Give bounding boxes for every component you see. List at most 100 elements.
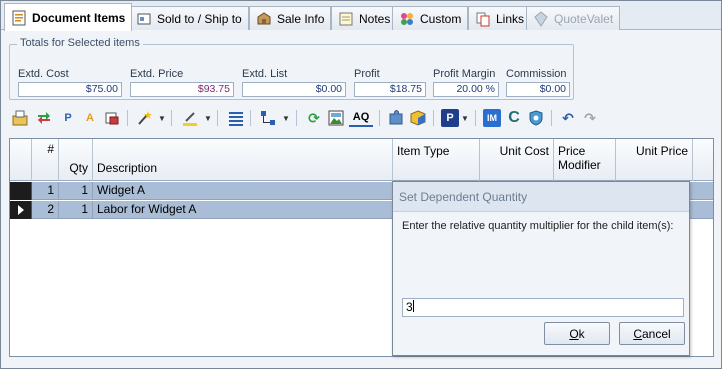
tab-custom[interactable]: Custom <box>392 6 469 30</box>
row-description[interactable]: Labor for Widget A <box>93 201 393 219</box>
row-indicator[interactable] <box>10 182 32 200</box>
cancel-label: ancel <box>641 326 671 341</box>
tab-sold-to-ship-to[interactable]: Sold to / Ship to <box>129 6 249 30</box>
tab-label: Sale Info <box>277 11 325 26</box>
puzzle-icon[interactable] <box>387 109 405 127</box>
extd-price-value: $93.75 <box>130 82 234 97</box>
redo-icon: ↷ <box>584 109 596 126</box>
extd-list-value: $0.00 <box>242 82 346 97</box>
tab-label: Links <box>496 11 525 26</box>
text-caret <box>412 300 414 312</box>
document-items-icon <box>11 10 27 26</box>
notes-icon <box>338 11 354 27</box>
ok-mnemonic: O <box>569 326 579 341</box>
import-icon[interactable] <box>11 109 29 127</box>
toolbar-separator <box>171 110 172 126</box>
row-indicator-header <box>10 139 32 181</box>
totals-legend: Totals for Selected items <box>17 37 143 49</box>
align-icon[interactable] <box>227 109 245 127</box>
row-indicator-current[interactable] <box>10 201 32 219</box>
tab-label: QuoteValet <box>554 11 614 26</box>
tab-label: Document Items <box>32 10 126 25</box>
column-header-item-type[interactable]: Item Type <box>393 139 480 181</box>
row-num: 1 <box>32 182 59 200</box>
extd-cost-value: $75.00 <box>18 82 122 97</box>
toolbar-separator <box>217 110 218 126</box>
current-row-arrow-icon <box>18 205 24 215</box>
highlight-icon[interactable] <box>181 109 199 127</box>
profit-label: Profit <box>354 68 380 80</box>
row-qty[interactable]: 1 <box>59 182 93 200</box>
extd-price-label: Extd. Price <box>130 68 184 80</box>
dialog-title: Set Dependent Quantity <box>393 182 689 212</box>
magic-wand-icon[interactable] <box>135 109 153 127</box>
tab-notes[interactable]: Notes <box>331 6 398 30</box>
magic-wand-dropdown[interactable]: ▼ <box>158 110 166 126</box>
pdf-icon[interactable]: P <box>441 109 459 127</box>
toolbar-separator <box>296 110 297 126</box>
tab-links[interactable]: Links <box>468 6 532 30</box>
set-dependent-quantity-dialog: Set Dependent Quantity Enter the relativ… <box>392 181 690 356</box>
hierarchy-dropdown[interactable]: ▼ <box>282 110 290 126</box>
tab-label: Sold to / Ship to <box>157 11 242 26</box>
im-icon[interactable]: IM <box>483 109 501 127</box>
dialog-prompt: Enter the relative quantity multiplier f… <box>402 220 674 232</box>
sold-to-icon <box>136 11 152 27</box>
extd-list-label: Extd. List <box>242 68 288 80</box>
a-icon[interactable]: A <box>81 109 99 127</box>
tab-label: Notes <box>359 11 391 26</box>
quantity-multiplier-value: 3 <box>406 300 413 314</box>
ok-button[interactable]: Ok <box>544 322 610 345</box>
profit-margin-label: Profit Margin <box>433 68 496 80</box>
tab-label: Custom <box>420 11 462 26</box>
shield-icon[interactable] <box>527 109 545 127</box>
profit-margin-value: 20.00 % <box>433 82 499 97</box>
column-header-num[interactable]: # <box>32 139 59 181</box>
tag-icon[interactable] <box>103 109 121 127</box>
column-header-description[interactable]: Description <box>93 139 393 181</box>
row-num: 2 <box>32 201 59 219</box>
package-icon[interactable] <box>409 109 427 127</box>
custom-icon <box>399 11 415 27</box>
spellcheck-icon[interactable]: AQ <box>349 109 373 127</box>
cancel-mnemonic: C <box>633 326 642 341</box>
undo-icon[interactable]: ↶ <box>559 109 577 127</box>
ok-label: k <box>578 326 585 341</box>
toolbar-separator <box>250 110 251 126</box>
highlight-dropdown[interactable]: ▼ <box>204 110 212 126</box>
hierarchy-icon[interactable] <box>259 109 277 127</box>
toolbar: P A ▼ ▼ ▼ ⟳ AQ P ▼ IM C ↶ ↷ <box>9 107 714 129</box>
image-icon[interactable] <box>327 109 345 127</box>
links-icon <box>475 11 491 27</box>
tab-bar: Document Items Sold to / Ship to Sale In… <box>1 1 721 31</box>
column-header-unit-price[interactable]: Unit Price <box>616 139 693 181</box>
commission-label: Commission <box>506 68 567 80</box>
toolbar-separator <box>475 110 476 126</box>
c-icon[interactable]: C <box>505 109 523 127</box>
tab-sale-info[interactable]: Sale Info <box>249 6 332 30</box>
profit-value: $18.75 <box>354 82 426 97</box>
refresh-icon[interactable]: ⟳ <box>305 109 323 127</box>
toolbar-separator <box>127 110 128 126</box>
toolbar-separator <box>379 110 380 126</box>
column-header-unit-cost[interactable]: Unit Cost <box>480 139 554 181</box>
toolbar-separator <box>551 110 552 126</box>
swap-icon[interactable] <box>35 109 53 127</box>
tab-quotevalet: QuoteValet <box>526 6 621 30</box>
commission-value: $0.00 <box>506 82 570 97</box>
quotevalet-icon <box>533 10 549 27</box>
cancel-button[interactable]: Cancel <box>619 322 685 345</box>
row-qty[interactable]: 1 <box>59 201 93 219</box>
totals-group: Totals for Selected items Extd. Cost $75… <box>9 37 574 100</box>
column-header-price-modifier[interactable]: Price Modifier <box>554 139 616 181</box>
column-header-qty[interactable]: Qty <box>59 139 93 181</box>
grid-header: # Qty Description Item Type Unit Cost Pr… <box>10 139 713 181</box>
row-description[interactable]: Widget A <box>93 182 393 200</box>
quantity-multiplier-input[interactable]: 3 <box>402 298 684 317</box>
extd-cost-label: Extd. Cost <box>18 68 69 80</box>
pdf-dropdown[interactable]: ▼ <box>461 110 469 126</box>
sale-info-icon <box>256 11 272 27</box>
toolbar-separator <box>433 110 434 126</box>
tab-document-items[interactable]: Document Items <box>4 3 133 31</box>
p-icon[interactable]: P <box>59 109 77 127</box>
